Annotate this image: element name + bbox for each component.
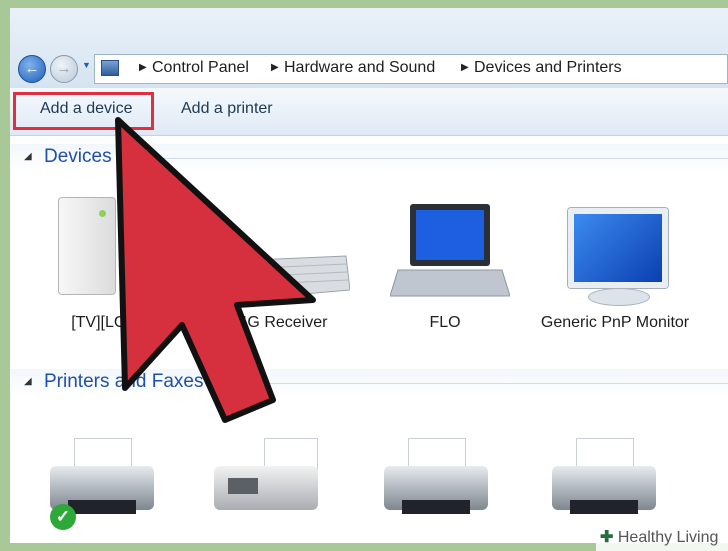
- plus-icon: ✚: [600, 529, 614, 546]
- watermark-text: Healthy Living: [617, 529, 719, 546]
- red-pointer-arrow: [115, 117, 316, 423]
- watermark: ✚ Healthy Living: [596, 525, 728, 551]
